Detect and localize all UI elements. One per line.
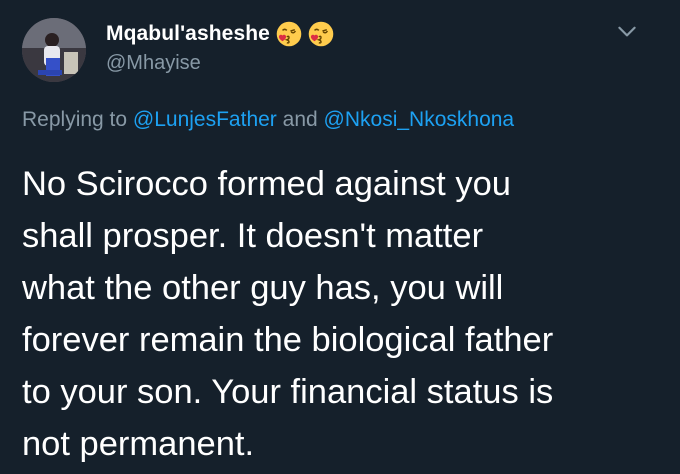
tweet-text-line: to your son. Your financial status is [22,373,554,411]
author-display-name[interactable]: Mqabul'asheshe [106,22,270,46]
tweet-text-line: No Scirocco formed against you [22,165,511,203]
tweet: Mqabul'asheshe @Mhayise Replying to @Lun… [0,0,680,474]
author-handle[interactable]: @Mhayise [106,52,201,75]
kissing-face-heart-emoji-icon [276,21,302,47]
chevron-down-icon[interactable] [614,18,640,44]
tweet-text-line: what the other guy has, you will [22,269,504,307]
replying-to-conjunction: and [282,108,318,131]
avatar[interactable] [22,18,86,82]
tweet-text-line: forever remain the biological father [22,321,554,359]
tweet-text-line: not permanent. [22,425,255,463]
kissing-face-heart-emoji-icon [308,21,334,47]
avatar-image [22,18,86,82]
mention-link[interactable]: @LunjesFather [133,108,277,131]
replying-to-prefix: Replying to [22,108,128,131]
replying-to: Replying to @LunjesFather and @Nkosi_Nko… [22,108,514,132]
tweet-text: No Scirocco formed against you shall pro… [22,158,672,470]
mention-link[interactable]: @Nkosi_Nkoskhona [324,108,515,131]
tweet-text-line: shall prosper. It doesn't matter [22,217,484,255]
author-name-row[interactable]: Mqabul'asheshe [106,20,334,48]
